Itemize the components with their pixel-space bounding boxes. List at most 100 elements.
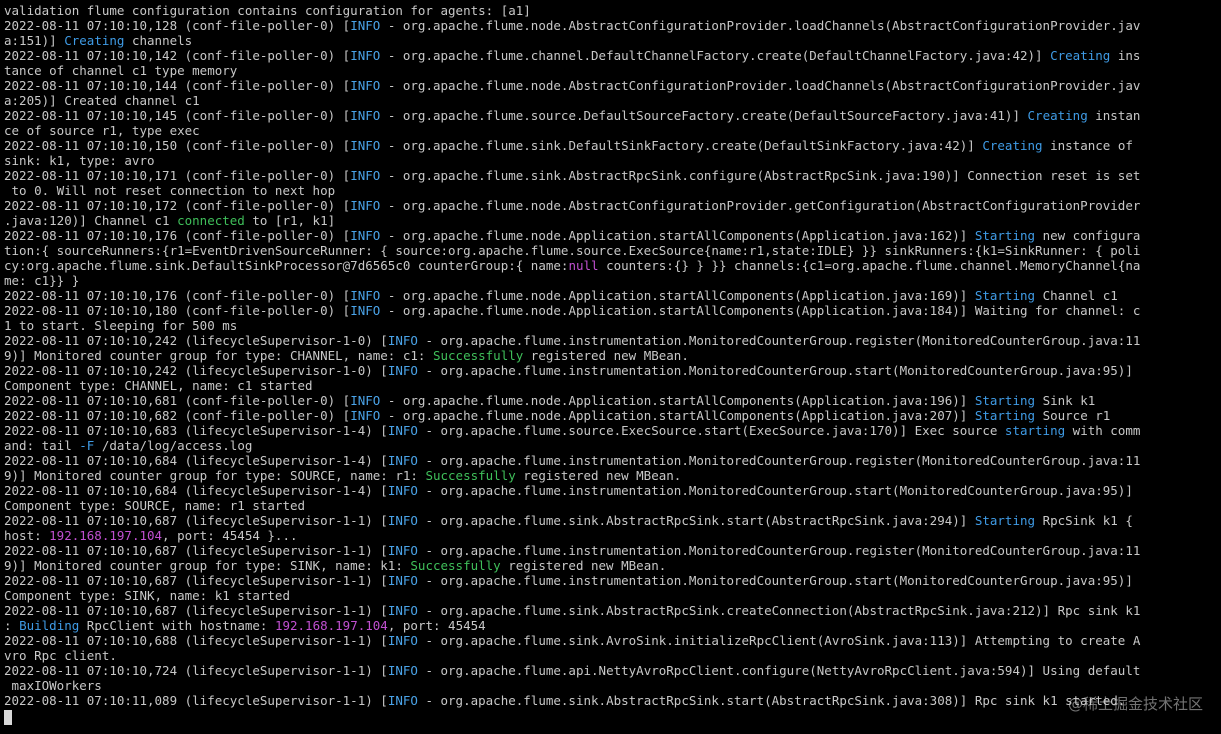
log-token-info: INFO: [350, 48, 381, 63]
log-text: to [r1, k1]: [244, 213, 336, 228]
log-text: 2022-08-11 07:10:10,684 (lifecycleSuperv…: [4, 453, 388, 468]
log-text: registered new MBean.: [515, 468, 682, 483]
log-line: 2022-08-11 07:10:10,681 (conf-file-polle…: [4, 393, 1221, 408]
log-line: 2022-08-11 07:10:10,687 (lifecycleSuperv…: [4, 573, 1221, 588]
log-token-info: INFO: [350, 288, 381, 303]
terminal-cursor: [4, 710, 12, 725]
log-line: 2022-08-11 07:10:10,687 (lifecycleSuperv…: [4, 603, 1221, 618]
log-text: - org.apache.flume.node.Application.star…: [380, 228, 975, 243]
log-token-keyword: Creating: [982, 138, 1043, 153]
log-text: Sink k1: [1035, 393, 1096, 408]
log-text: 2022-08-11 07:10:10,684 (lifecycleSuperv…: [4, 483, 388, 498]
log-text: 1 to start. Sleeping for 500 ms: [4, 318, 238, 333]
log-text: Source r1: [1035, 408, 1111, 423]
log-line: 2022-08-11 07:10:10,150 (conf-file-polle…: [4, 138, 1221, 153]
log-text: , port: 45454: [387, 618, 486, 633]
log-token-info: INFO: [387, 363, 418, 378]
log-token-ok: Successfully: [425, 468, 516, 483]
log-text: a:205)] Created channel c1: [4, 93, 200, 108]
log-text: channels: [124, 33, 193, 48]
log-text: Component type: SINK, name: k1 started: [4, 588, 290, 603]
log-line: to 0. Will not reset connection to next …: [4, 183, 1221, 198]
log-text: 2022-08-11 07:10:10,681 (conf-file-polle…: [4, 393, 351, 408]
log-text: - org.apache.flume.sink.AbstractRpcSink.…: [417, 693, 1126, 708]
log-text: me: c1}} }: [4, 273, 80, 288]
log-text: - org.apache.flume.sink.DefaultSinkFacto…: [380, 138, 983, 153]
log-text: 2022-08-11 07:10:10,687 (lifecycleSuperv…: [4, 543, 388, 558]
log-line: 2022-08-11 07:10:10,176 (conf-file-polle…: [4, 288, 1221, 303]
log-line: ce of source r1, type exec: [4, 123, 1221, 138]
log-line: 2022-08-11 07:10:10,724 (lifecycleSuperv…: [4, 663, 1221, 678]
log-line: 9)] Monitored counter group for type: SO…: [4, 468, 1221, 483]
log-text: with comm: [1065, 423, 1141, 438]
log-token-keyword: Creating: [1027, 108, 1088, 123]
log-text: 2022-08-11 07:10:10,176 (conf-file-polle…: [4, 288, 351, 303]
terminal-window[interactable]: validation flume configuration contains …: [0, 0, 1221, 734]
log-text: sink: k1, type: avro: [4, 153, 155, 168]
log-token-keyword: Starting: [974, 393, 1036, 408]
log-text: 9)] Monitored counter group for type: SO…: [4, 468, 426, 483]
log-text: 2022-08-11 07:10:11,089 (lifecycleSuperv…: [4, 693, 388, 708]
log-token-info: INFO: [350, 408, 381, 423]
log-line: .java:120)] Channel c1 connected to [r1,…: [4, 213, 1221, 228]
log-token-ip: 192.168.197.104: [49, 528, 163, 543]
log-text: - org.apache.flume.sink.AbstractRpcSink.…: [417, 603, 1141, 618]
log-line: 2022-08-11 07:10:10,688 (lifecycleSuperv…: [4, 633, 1221, 648]
log-line: 2022-08-11 07:10:10,242 (lifecycleSuperv…: [4, 363, 1221, 378]
log-text: 2022-08-11 07:10:10,180 (conf-file-polle…: [4, 303, 351, 318]
log-line: vro Rpc client.: [4, 648, 1221, 663]
log-text: 2022-08-11 07:10:10,144 (conf-file-polle…: [4, 78, 351, 93]
log-text: 2022-08-11 07:10:10,142 (conf-file-polle…: [4, 48, 351, 63]
log-line: 2022-08-11 07:10:10,176 (conf-file-polle…: [4, 228, 1221, 243]
log-token-keyword: starting: [1004, 423, 1066, 438]
log-token-info: INFO: [387, 603, 418, 618]
log-line: sink: k1, type: avro: [4, 153, 1221, 168]
log-token-info: INFO: [350, 303, 381, 318]
log-text: host:: [4, 528, 50, 543]
log-line: 2022-08-11 07:10:10,682 (conf-file-polle…: [4, 408, 1221, 423]
log-line: 2022-08-11 07:10:10,144 (conf-file-polle…: [4, 78, 1221, 93]
log-text: new configura: [1035, 228, 1141, 243]
log-token-ok: connected: [177, 213, 245, 228]
log-text: tance of channel c1 type memory: [4, 63, 238, 78]
log-text: instan: [1087, 108, 1141, 123]
log-line: me: c1}} }: [4, 273, 1221, 288]
log-line: a:151)] Creating channels: [4, 33, 1221, 48]
log-line: 1 to start. Sleeping for 500 ms: [4, 318, 1221, 333]
log-text: :: [4, 618, 20, 633]
log-text: registered new MBean.: [523, 348, 689, 363]
log-text: 9)] Monitored counter group for type: SI…: [4, 558, 411, 573]
log-line: 2022-08-11 07:10:10,687 (lifecycleSuperv…: [4, 513, 1221, 528]
log-line: 9)] Monitored counter group for type: CH…: [4, 348, 1221, 363]
log-token-keyword: Creating: [64, 33, 125, 48]
log-text: , port: 45454 }...: [162, 528, 298, 543]
prompt-line: [4, 708, 1221, 729]
log-text: - org.apache.flume.instrumentation.Monit…: [417, 543, 1141, 558]
log-line: 2022-08-11 07:10:10,172 (conf-file-polle…: [4, 198, 1221, 213]
log-token-keyword: Building: [19, 618, 80, 633]
log-text: 2022-08-11 07:10:10,682 (conf-file-polle…: [4, 408, 351, 423]
log-line: Component type: CHANNEL, name: c1 starte…: [4, 378, 1221, 393]
log-token-ok: Successfully: [432, 348, 524, 363]
log-text: validation flume configuration contains …: [4, 3, 531, 18]
log-text: 9)] Monitored counter group for type: CH…: [4, 348, 433, 363]
log-token-info: INFO: [387, 663, 418, 678]
log-text: - org.apache.flume.source.ExecSource.sta…: [417, 423, 1005, 438]
log-line: 2022-08-11 07:10:10,687 (lifecycleSuperv…: [4, 543, 1221, 558]
log-text: tion:{ sourceRunners:{r1=EventDrivenSour…: [4, 243, 1141, 258]
log-token-info: INFO: [387, 453, 418, 468]
log-text: - org.apache.flume.sink.AbstractRpcSink.…: [380, 168, 1141, 183]
log-text: Component type: SOURCE, name: r1 started: [4, 498, 306, 513]
log-token-info: INFO: [387, 333, 418, 348]
log-text: 2022-08-11 07:10:10,150 (conf-file-polle…: [4, 138, 351, 153]
log-text: counters:{} } }} channels:{c1=org.apache…: [598, 258, 1141, 273]
log-line: 2022-08-11 07:10:10,145 (conf-file-polle…: [4, 108, 1221, 123]
log-token-info: INFO: [350, 168, 381, 183]
log-line: 2022-08-11 07:10:10,684 (lifecycleSuperv…: [4, 483, 1221, 498]
log-line: 2022-08-11 07:10:10,684 (lifecycleSuperv…: [4, 453, 1221, 468]
log-text: 2022-08-11 07:10:10,687 (lifecycleSuperv…: [4, 573, 388, 588]
log-line: tance of channel c1 type memory: [4, 63, 1221, 78]
log-token-keyword: Starting: [974, 513, 1036, 528]
log-line: 2022-08-11 07:10:10,242 (lifecycleSuperv…: [4, 333, 1221, 348]
log-token-keyword: Starting: [974, 408, 1036, 423]
